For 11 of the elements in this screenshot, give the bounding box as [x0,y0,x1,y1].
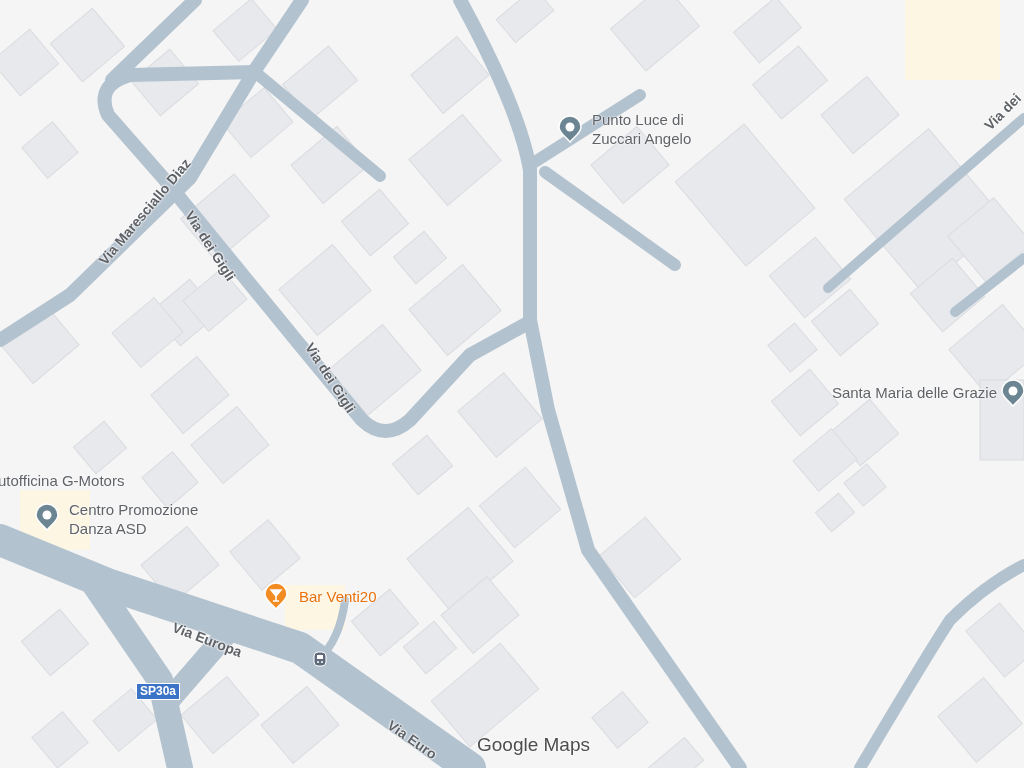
map-pin-icon[interactable] [557,114,583,144]
street-name: Via dei [980,89,1024,136]
place-name[interactable]: Santa Maria delle Grazie [831,383,997,402]
map-pin-icon[interactable] [34,502,60,532]
route-shield: SP30a [136,683,181,700]
map-logo: Google Maps [477,733,590,757]
place-name[interactable]: Punto Luce di Zuccari Angelo [592,110,712,148]
cocktail-glass-pin-icon[interactable] [263,581,289,611]
map-pin-icon[interactable] [1000,378,1024,408]
place-name[interactable]: Centro Promozione Danza ASD [69,500,219,538]
bus-stop-icon[interactable] [313,651,327,667]
